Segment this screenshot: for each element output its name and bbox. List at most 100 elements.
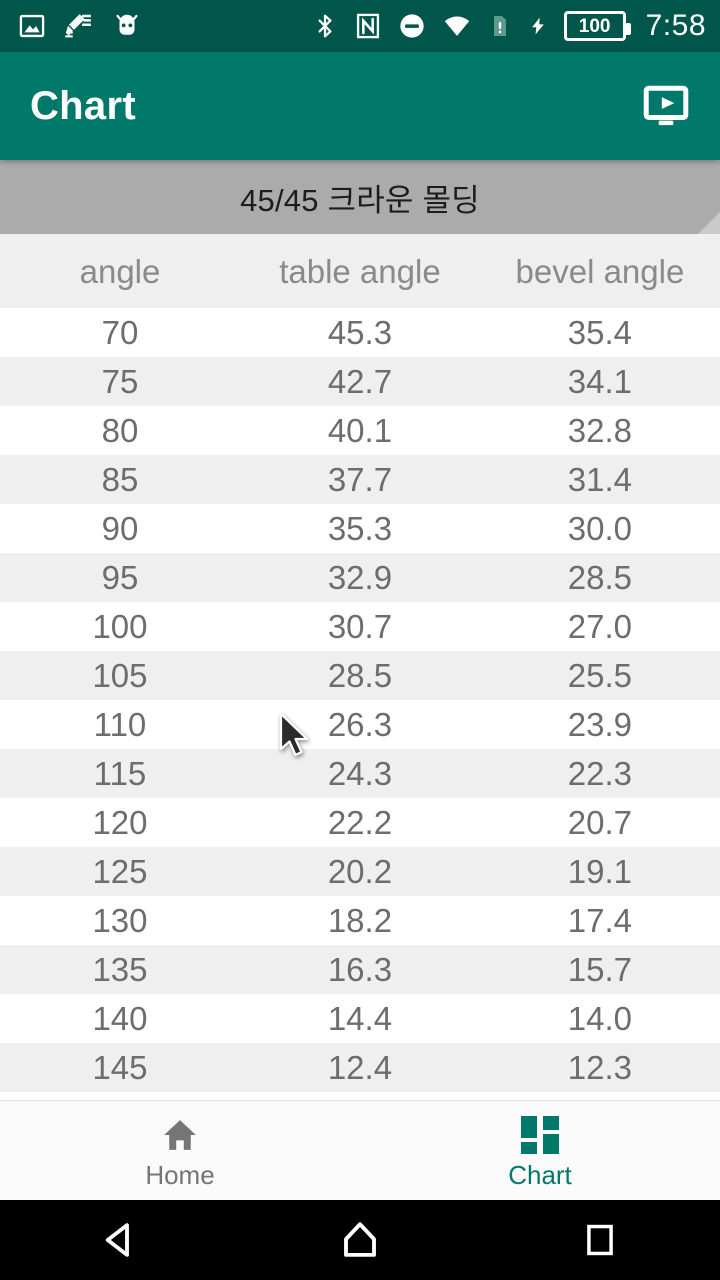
status-bar-right-icons: 100 7:58 — [312, 9, 706, 43]
status-bar-clock: 7:58 — [645, 9, 706, 42]
battery-level-label: 100 — [578, 15, 611, 37]
cell-table-angle: 42.7 — [327, 363, 393, 400]
battery-indicator: 100 — [563, 11, 631, 41]
cell-angle: 105 — [92, 657, 148, 694]
status-bar-left-icons — [18, 11, 142, 41]
cell-angle: 125 — [92, 853, 148, 890]
cell-angle: 120 — [92, 804, 148, 841]
page-title: Chart — [30, 83, 136, 128]
cell-table-angle: 30.7 — [327, 608, 393, 645]
cell-bevel-angle: 30.0 — [567, 510, 633, 547]
cell-table-angle: 37.7 — [327, 461, 393, 498]
cell-table-angle: 32.9 — [327, 559, 393, 596]
angle-table[interactable]: angle table angle bevel angle 70 45.3 35.4… — [0, 234, 720, 1124]
nfc-icon — [354, 11, 382, 41]
cell-angle: 95 — [101, 559, 139, 596]
table-row[interactable]: 80 40.1 32.8 — [0, 406, 720, 455]
dashboard-icon — [521, 1114, 559, 1154]
cell-angle: 130 — [92, 902, 148, 939]
table-row[interactable]: 145 12.4 12.3 — [0, 1043, 720, 1092]
bottom-navigation: Home Chart — [0, 1100, 720, 1200]
status-bar: 100 7:58 — [0, 0, 720, 52]
table-row[interactable]: 115 24.3 22.3 — [0, 749, 720, 798]
cell-bevel-angle: 31.4 — [567, 461, 633, 498]
charging-bolt-icon — [528, 11, 548, 41]
nav-item-chart[interactable]: Chart — [360, 1101, 720, 1200]
table-row[interactable]: 140 14.4 14.0 — [0, 994, 720, 1043]
cell-bevel-angle: 19.1 — [567, 853, 633, 890]
app-bar: Chart — [0, 52, 720, 160]
cell-table-angle: 20.2 — [327, 853, 393, 890]
cell-bevel-angle: 27.0 — [567, 608, 633, 645]
column-header-table-angle: table angle — [279, 252, 441, 290]
nav-item-home[interactable]: Home — [0, 1101, 360, 1200]
spinner-caret-icon — [698, 212, 720, 234]
table-body: 70 45.3 35.4 75 42.7 34.1 80 40.1 32.8 85 37.7 31.4… — [0, 308, 720, 1092]
table-row[interactable]: 70 45.3 35.4 — [0, 308, 720, 357]
cell-table-angle: 26.3 — [327, 706, 393, 743]
wifi-icon — [442, 12, 472, 40]
table-row[interactable]: 100 30.7 27.0 — [0, 602, 720, 651]
table-row[interactable]: 110 26.3 23.9 — [0, 700, 720, 749]
table-row[interactable]: 105 28.5 25.5 — [0, 651, 720, 700]
do-not-disturb-icon — [398, 12, 426, 40]
cell-angle: 85 — [101, 461, 139, 498]
nav-item-chart-label: Chart — [508, 1159, 572, 1190]
cell-table-angle: 45.3 — [327, 314, 393, 351]
table-row[interactable]: 95 32.9 28.5 — [0, 553, 720, 602]
android-navigation-bar — [0, 1200, 720, 1280]
table-row[interactable]: 130 18.2 17.4 — [0, 896, 720, 945]
home-icon[interactable] — [300, 1200, 420, 1280]
battery-icon: 100 — [563, 11, 631, 41]
table-row[interactable]: 120 22.2 20.7 — [0, 798, 720, 847]
cell-bevel-angle: 23.9 — [567, 706, 633, 743]
column-header-bevel-angle: bevel angle — [515, 252, 685, 290]
cell-bevel-angle: 34.1 — [567, 363, 633, 400]
cell-table-angle: 28.5 — [327, 657, 393, 694]
table-row[interactable]: 90 35.3 30.0 — [0, 504, 720, 553]
cell-table-angle: 16.3 — [327, 951, 393, 988]
table-row[interactable]: 75 42.7 34.1 — [0, 357, 720, 406]
cell-table-angle: 24.3 — [327, 755, 393, 792]
cell-table-angle: 35.3 — [327, 510, 393, 547]
cell-table-angle: 14.4 — [327, 1000, 393, 1037]
app-bar-actions — [634, 74, 698, 138]
column-header-angle: angle — [79, 252, 161, 290]
cell-angle: 100 — [92, 608, 148, 645]
dashboard-icon-glyph — [521, 1115, 559, 1154]
back-icon[interactable] — [60, 1200, 180, 1280]
chart-type-spinner[interactable]: 45/45 크라운 몰딩 — [0, 160, 720, 234]
cell-angle: 135 — [92, 951, 148, 988]
recents-icon[interactable] — [540, 1200, 660, 1280]
sim-alert-icon — [488, 11, 512, 41]
cell-bevel-angle: 20.7 — [567, 804, 633, 841]
cell-angle: 115 — [93, 755, 147, 792]
table-row[interactable]: 85 37.7 31.4 — [0, 455, 720, 504]
cell-table-angle: 40.1 — [327, 412, 393, 449]
app-root: 100 7:58 Chart 45/45 크라운 몰딩 angle table … — [0, 0, 720, 1280]
cell-bevel-angle: 25.5 — [567, 657, 633, 694]
cell-table-angle: 18.2 — [327, 902, 393, 939]
table-row[interactable]: 135 16.3 15.7 — [0, 945, 720, 994]
bluetooth-icon — [312, 11, 338, 41]
cell-bevel-angle: 32.8 — [567, 412, 633, 449]
android-face-icon — [112, 11, 142, 41]
cell-angle: 80 — [101, 412, 139, 449]
table-header-row: angle table angle bevel angle — [0, 234, 720, 308]
cell-bevel-angle: 35.4 — [567, 314, 633, 351]
image-icon — [18, 12, 46, 40]
cell-table-angle: 12.4 — [327, 1049, 393, 1086]
home-icon — [159, 1114, 201, 1154]
cell-angle: 145 — [92, 1049, 148, 1086]
cell-bevel-angle: 15.7 — [567, 951, 633, 988]
cell-angle: 110 — [93, 706, 147, 743]
cell-bevel-angle: 17.4 — [567, 902, 633, 939]
cell-angle: 70 — [101, 314, 139, 351]
cell-bevel-angle: 22.3 — [567, 755, 633, 792]
cell-angle: 75 — [101, 363, 139, 400]
table-row[interactable]: 125 20.2 19.1 — [0, 847, 720, 896]
cast-screen-icon[interactable] — [634, 74, 698, 138]
cell-bevel-angle: 12.3 — [567, 1049, 633, 1086]
cell-bevel-angle: 14.0 — [567, 1000, 633, 1037]
cell-angle: 140 — [92, 1000, 148, 1037]
